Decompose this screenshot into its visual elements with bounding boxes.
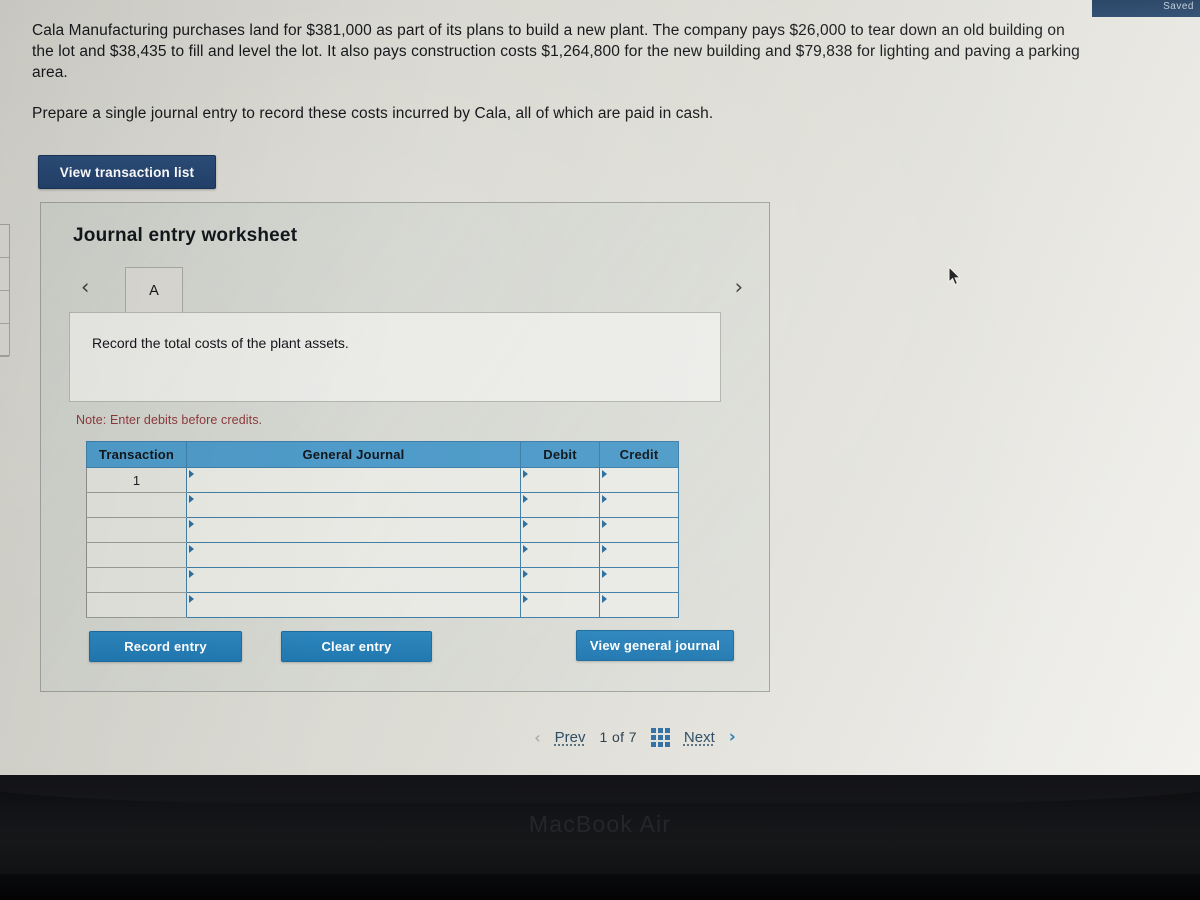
table-row bbox=[86, 567, 679, 593]
cell-debit[interactable] bbox=[520, 542, 600, 568]
cell-debit[interactable] bbox=[520, 567, 600, 593]
problem-paragraph-1: Cala Manufacturing purchases land for $3… bbox=[32, 22, 1080, 81]
cell-debit[interactable] bbox=[520, 492, 600, 518]
cell-transaction bbox=[86, 542, 187, 568]
cell-general-journal[interactable] bbox=[186, 467, 521, 493]
problem-paragraph-2: Prepare a single journal entry to record… bbox=[32, 105, 714, 122]
dropdown-caret-icon bbox=[189, 570, 194, 578]
next-tab-chevron-icon[interactable]: › bbox=[735, 276, 743, 298]
dropdown-caret-icon bbox=[189, 545, 194, 553]
laptop-bottom-bezel: MacBook Air bbox=[0, 775, 1200, 900]
debits-before-credits-note: Note: Enter debits before credits. bbox=[76, 413, 263, 427]
worksheet-title: Journal entry worksheet bbox=[73, 225, 298, 246]
dropdown-caret-icon bbox=[602, 470, 607, 478]
cell-transaction bbox=[86, 592, 187, 618]
dropdown-caret-icon bbox=[523, 495, 528, 503]
left-edge-row bbox=[0, 225, 9, 258]
dropdown-caret-icon bbox=[523, 595, 528, 603]
cell-debit[interactable] bbox=[520, 467, 600, 493]
cell-general-journal[interactable] bbox=[186, 542, 521, 568]
table-row: 1 bbox=[86, 467, 679, 493]
worksheet-tabstrip: ‹ A › bbox=[69, 267, 751, 313]
dropdown-caret-icon bbox=[602, 495, 607, 503]
dropdown-caret-icon bbox=[602, 595, 607, 603]
dropdown-caret-icon bbox=[189, 520, 194, 528]
view-transaction-list-button[interactable]: View transaction list bbox=[38, 155, 216, 189]
left-edge-row bbox=[0, 324, 9, 357]
view-general-journal-button[interactable]: View general journal bbox=[576, 630, 734, 661]
dropdown-caret-icon bbox=[189, 470, 194, 478]
cell-transaction bbox=[86, 517, 187, 543]
worksheet-tab-a[interactable]: A bbox=[125, 267, 183, 313]
prev-page-chevron-icon[interactable]: ‹ bbox=[534, 728, 540, 747]
cell-general-journal[interactable] bbox=[186, 492, 521, 518]
prev-page-link[interactable]: Prev bbox=[555, 729, 586, 746]
cell-debit[interactable] bbox=[520, 517, 600, 543]
next-page-link[interactable]: Next bbox=[684, 729, 715, 746]
dropdown-caret-icon bbox=[189, 495, 194, 503]
dropdown-caret-icon bbox=[523, 570, 528, 578]
cell-credit[interactable] bbox=[599, 517, 679, 543]
dropdown-caret-icon bbox=[523, 545, 528, 553]
journal-entry-worksheet-panel: Journal entry worksheet ‹ A › Record the… bbox=[40, 202, 770, 692]
record-entry-button[interactable]: Record entry bbox=[89, 631, 242, 662]
app-topbar-fragment: Saved bbox=[1092, 0, 1200, 17]
cell-credit[interactable] bbox=[599, 467, 679, 493]
table-row bbox=[86, 592, 679, 618]
left-edge-panel-fragment bbox=[0, 224, 10, 357]
cell-debit[interactable] bbox=[520, 592, 600, 618]
table-row bbox=[86, 492, 679, 518]
dropdown-caret-icon bbox=[602, 520, 607, 528]
grid-view-icon[interactable] bbox=[650, 727, 670, 747]
app-topbar-fragment-label: Saved bbox=[1163, 1, 1194, 12]
worksheet-instruction-box: Record the total costs of the plant asse… bbox=[69, 312, 721, 402]
cell-transaction bbox=[86, 492, 187, 518]
dropdown-caret-icon bbox=[189, 595, 194, 603]
cell-transaction: 1 bbox=[86, 467, 187, 493]
dropdown-caret-icon bbox=[523, 470, 528, 478]
column-header-debit: Debit bbox=[520, 441, 600, 468]
cell-general-journal[interactable] bbox=[186, 592, 521, 618]
cell-credit[interactable] bbox=[599, 542, 679, 568]
bezel-curve bbox=[0, 775, 1200, 803]
dropdown-caret-icon bbox=[602, 545, 607, 553]
next-page-chevron-icon[interactable]: › bbox=[729, 727, 736, 747]
clear-entry-button[interactable]: Clear entry bbox=[281, 631, 432, 662]
journal-entry-table: Transaction General Journal Debit Credit… bbox=[86, 441, 679, 618]
left-edge-row bbox=[0, 291, 9, 324]
pagination-bar: ‹ Prev 1 of 7 Next › bbox=[470, 720, 800, 754]
left-edge-row bbox=[0, 258, 9, 291]
cell-transaction bbox=[86, 567, 187, 593]
cell-credit[interactable] bbox=[599, 567, 679, 593]
dropdown-caret-icon bbox=[523, 520, 528, 528]
cell-general-journal[interactable] bbox=[186, 567, 521, 593]
journal-entry-table-body: 1 bbox=[86, 467, 679, 618]
column-header-transaction: Transaction bbox=[86, 441, 187, 468]
table-header-row: Transaction General Journal Debit Credit bbox=[86, 441, 679, 468]
column-header-credit: Credit bbox=[599, 441, 679, 468]
dropdown-caret-icon bbox=[602, 570, 607, 578]
prev-tab-chevron-icon[interactable]: ‹ bbox=[81, 276, 89, 298]
problem-statement: Cala Manufacturing purchases land for $3… bbox=[32, 20, 1082, 124]
column-header-general-journal: General Journal bbox=[186, 441, 521, 468]
laptop-screenshot: Saved Cala Manufacturing purchases land … bbox=[0, 0, 1200, 900]
page-counter: 1 of 7 bbox=[599, 729, 637, 745]
cell-general-journal[interactable] bbox=[186, 517, 521, 543]
worksheet-instruction-text: Record the total costs of the plant asse… bbox=[92, 335, 349, 351]
cell-credit[interactable] bbox=[599, 492, 679, 518]
table-row bbox=[86, 517, 679, 543]
bezel-bottom-strip bbox=[0, 874, 1200, 900]
cell-credit[interactable] bbox=[599, 592, 679, 618]
device-brand-label: MacBook Air bbox=[528, 811, 672, 837]
table-row bbox=[86, 542, 679, 568]
